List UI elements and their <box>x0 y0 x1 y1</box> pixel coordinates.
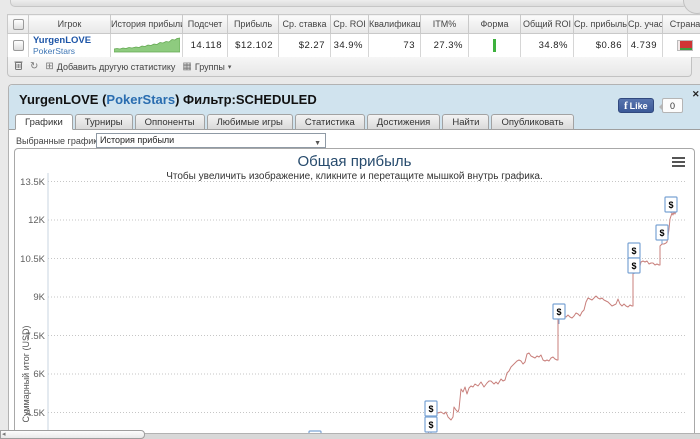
svg-text:$: $ <box>659 228 664 238</box>
svg-text:$: $ <box>428 420 433 430</box>
col-total-roi: Общий ROI <box>520 14 574 34</box>
row-checkbox[interactable] <box>12 40 24 51</box>
tab-6[interactable]: Достижения <box>366 114 441 130</box>
trash-icon[interactable] <box>14 60 23 73</box>
col-avg-profit: Ср. прибыль <box>573 14 628 34</box>
profit-chart-plot[interactable]: $$$$$$$$ <box>15 149 694 438</box>
tab-4[interactable]: Любимые игры <box>206 114 293 130</box>
col-avg-roi: Ср. ROI <box>330 14 369 34</box>
scrollbar-left-arrow-icon[interactable]: ◂ <box>2 430 6 438</box>
col-avg-entrants: Ср. учас <box>627 14 663 34</box>
add-statistic-label: Добавить другую статистику <box>56 61 176 72</box>
col-itm: ITM% <box>420 14 469 34</box>
svg-text:$: $ <box>631 246 636 256</box>
tab-7[interactable]: Найти <box>442 114 490 130</box>
graph-select-label: Выбранные графики: <box>16 136 105 146</box>
add-statistic-button[interactable]: ⊞ Добавить другую статистику <box>45 60 176 72</box>
country-cell <box>662 33 700 58</box>
avg-stake-value: $2.27 <box>278 33 331 58</box>
avg-profit-value: $0.86 <box>573 33 628 58</box>
select-all-header <box>7 14 29 34</box>
profit-value: $12.102 <box>227 33 279 58</box>
col-form: Форма <box>468 14 521 34</box>
close-icon[interactable]: ✕ <box>692 89 700 100</box>
groups-button[interactable]: ▦ Группы ▾ <box>182 60 232 72</box>
groups-icon: ▦ <box>182 60 192 72</box>
qualified-value: 73 <box>368 33 421 58</box>
itm-value: 27.3% <box>420 33 469 58</box>
col-player: Игрок <box>28 14 111 34</box>
tab-8[interactable]: Опубликовать <box>491 114 574 130</box>
facebook-like-count: 0 <box>659 98 683 113</box>
panel-header: YurgenLOVE (PokerStars) Фильтр:SCHEDULED… <box>9 85 700 130</box>
graph-select-value: История прибыли <box>100 135 175 145</box>
refresh-icon[interactable]: ↻ <box>30 61 38 72</box>
col-count: Подсчет <box>182 14 228 34</box>
facebook-icon: f <box>624 99 628 112</box>
add-statistic-icon: ⊞ <box>45 60 54 72</box>
groups-caret-icon: ▾ <box>227 63 232 71</box>
facebook-like-label: Like <box>629 100 648 111</box>
col-profit: Прибыль <box>227 14 279 34</box>
form-cell <box>468 33 521 58</box>
graph-type-select[interactable]: История прибыли ▼ <box>96 133 326 148</box>
panel-title: YurgenLOVE (PokerStars) Фильтр:SCHEDULED <box>19 92 317 107</box>
player-site-link[interactable]: PokerStars <box>33 46 110 56</box>
svg-text:$: $ <box>428 404 433 414</box>
svg-text:$: $ <box>631 261 636 271</box>
col-profit-history: История прибыли <box>110 14 183 34</box>
graph-select-row: Выбранные графики: История прибыли ▼ <box>9 131 700 149</box>
table-header-row: Игрок История прибыли Подсчет Прибыль Ср… <box>7 14 700 34</box>
player-cell: YurgenLOVE PokerStars <box>28 33 111 58</box>
svg-text:$: $ <box>556 307 561 317</box>
tab-1[interactable]: Графики <box>15 114 73 130</box>
avg-roi-value: 34.9% <box>330 33 369 58</box>
table-toolbar: ↻ ⊞ Добавить другую статистику ▦ Группы … <box>7 57 692 77</box>
tab-5[interactable]: Статистика <box>294 114 365 130</box>
total-roi-value: 34.8% <box>520 33 574 58</box>
previous-panel-bottom-edge <box>10 0 688 7</box>
count-value: 14.118 <box>182 33 228 58</box>
profit-chart-container: Общая прибыль Чтобы увеличить изображени… <box>14 148 695 439</box>
avg-entrants-value: 4.739 <box>627 33 663 58</box>
select-all-checkbox[interactable] <box>12 18 24 30</box>
belarus-flag-icon <box>677 40 693 51</box>
tab-bar: Графики Турниры Оппоненты Любимые игры Стати… <box>15 114 574 130</box>
col-qualified: Квалификац <box>368 14 421 34</box>
panel-title-filter: ) Фильтр:SCHEDULED <box>175 92 317 107</box>
tab-2[interactable]: Турниры <box>74 114 133 130</box>
form-bar-chart <box>493 39 496 52</box>
col-avg-stake: Ср. ставка <box>278 14 331 34</box>
svg-text:$: $ <box>668 200 673 210</box>
facebook-like-button[interactable]: f Like <box>618 98 654 113</box>
player-name-link[interactable]: YurgenLOVE <box>33 35 110 46</box>
panel-title-site-link[interactable]: PokerStars <box>106 92 175 107</box>
col-country: Страна <box>662 14 700 34</box>
player-stats-table: Игрок История прибыли Подсчет Прибыль Ср… <box>7 14 700 58</box>
panel-title-player: YurgenLOVE ( <box>19 92 107 107</box>
corner-decoration <box>683 0 700 14</box>
profit-history-sparkline <box>110 33 183 58</box>
sparkline-chart <box>113 37 181 52</box>
horizontal-scrollbar-thumb[interactable] <box>0 430 145 439</box>
groups-label: Группы <box>194 61 225 72</box>
table-row: YurgenLOVE PokerStars 14.118 $12.102 $2.… <box>7 33 700 58</box>
tab-3[interactable]: Оппоненты <box>134 114 205 130</box>
